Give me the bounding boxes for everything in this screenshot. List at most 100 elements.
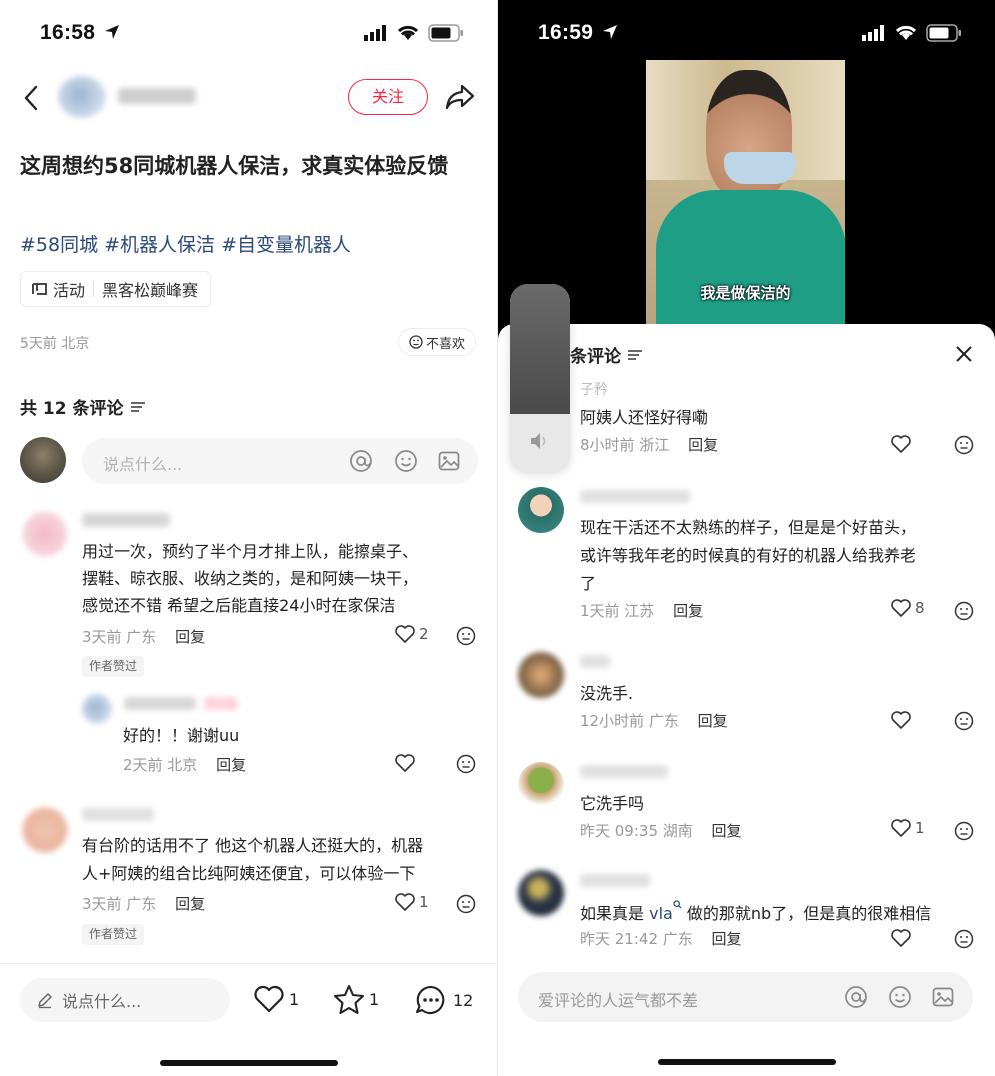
- comment-count[interactable]: 共 12 条评论: [20, 394, 146, 419]
- author-avatar[interactable]: [58, 76, 106, 118]
- like-count: 2: [419, 625, 429, 643]
- reply-button[interactable]: 回复: [673, 602, 703, 620]
- comment-text-line: 现在干活还不太熟练的样子，但是是个好苗头，: [580, 518, 917, 537]
- comment-username[interactable]: [580, 765, 668, 778]
- comment-text-line: 了: [580, 574, 597, 593]
- post-star-count: 1: [369, 989, 380, 1009]
- author-name[interactable]: [118, 88, 196, 104]
- dislike-button[interactable]: 不喜欢: [398, 328, 477, 356]
- like-button[interactable]: 1: [394, 892, 429, 912]
- reply-button[interactable]: 回复: [712, 930, 742, 948]
- my-avatar: [20, 437, 66, 483]
- heart-icon[interactable]: [394, 753, 416, 773]
- heart-icon[interactable]: [890, 710, 912, 730]
- sort-icon: [130, 401, 145, 412]
- like-count: 1: [915, 819, 925, 837]
- dislike-face-icon[interactable]: [954, 435, 974, 455]
- comment-sheet: 条评论 子矜 阿姨人还怪好得嘞 8小时前 浙江 回复 现在干活还不太熟练的样子，…: [498, 324, 995, 1076]
- comment-username[interactable]: [580, 655, 610, 668]
- reply-username[interactable]: [124, 697, 196, 710]
- battery-icon: [428, 24, 463, 42]
- activity-label: 活动: [53, 281, 86, 300]
- reply-button[interactable]: 回复: [688, 436, 718, 454]
- home-indicator: [658, 1059, 836, 1065]
- reply-avatar[interactable]: [82, 694, 112, 724]
- at-icon[interactable]: [349, 449, 373, 473]
- volume-slider[interactable]: [510, 284, 570, 472]
- comment-text: 没洗手.: [580, 684, 634, 703]
- reply-button[interactable]: 回复: [712, 822, 742, 840]
- dislike-face-icon[interactable]: [954, 601, 974, 621]
- comment-text: 阿姨人还怪好得嘞: [580, 408, 709, 427]
- post-star-button[interactable]: 1: [332, 983, 379, 1015]
- comment-avatar[interactable]: [518, 487, 564, 533]
- comment-meta: 昨天 21:42 广东 回复: [580, 928, 742, 949]
- emoji-icon[interactable]: [394, 449, 418, 473]
- comment-time-location: 昨天 09:35 湖南: [580, 822, 693, 840]
- like-button[interactable]: 8: [890, 598, 925, 618]
- comment-text-line: 或许等我年老的时候真的有好的机器人给我养老: [580, 546, 917, 565]
- comment-meta: 1天前 江苏 回复: [580, 600, 703, 621]
- dislike-face-icon[interactable]: [456, 894, 476, 914]
- comment-input[interactable]: 说点什么...: [82, 438, 478, 484]
- heart-icon[interactable]: [890, 928, 912, 948]
- sort-icon: [628, 349, 642, 360]
- comment-avatar[interactable]: [518, 870, 564, 916]
- post-comment-button[interactable]: 12: [414, 984, 473, 1016]
- comment-meta: 昨天 09:35 湖南 回复: [580, 820, 742, 841]
- image-icon[interactable]: [437, 449, 461, 473]
- bottom-input-placeholder: 说点什么...: [62, 992, 142, 1011]
- reply-button[interactable]: 回复: [698, 712, 728, 730]
- comment-text-post: 做的那就nb了，但是真的很难相信: [681, 904, 932, 923]
- dislike-face-icon[interactable]: [954, 929, 974, 949]
- volume-slider-track: [510, 284, 570, 414]
- comment-text: 用过一次，预约了半个月才排上队，能擦桌子、 摆鞋、晾衣服、收纳之类的，是和阿姨一…: [82, 538, 482, 619]
- comment-username[interactable]: 子矜: [580, 379, 608, 399]
- reply-button[interactable]: 回复: [175, 628, 205, 646]
- like-button[interactable]: 1: [890, 818, 925, 838]
- dislike-face-icon[interactable]: [456, 754, 476, 774]
- comment-username[interactable]: [580, 490, 690, 503]
- wifi-icon: [397, 25, 419, 40]
- bottom-comment-input[interactable]: 说点什么...: [20, 978, 230, 1022]
- video-player[interactable]: 我是做保洁的: [646, 60, 845, 324]
- close-icon[interactable]: [954, 344, 974, 364]
- like-button[interactable]: 2: [394, 624, 429, 644]
- heart-icon[interactable]: [890, 434, 912, 454]
- emoji-icon[interactable]: [888, 985, 912, 1009]
- comment-text-line: 人+阿姨的组合比纯阿姨还便宜，可以体验一下: [82, 864, 416, 883]
- vla-search-link[interactable]: vla: [649, 904, 673, 923]
- sheet-title[interactable]: 条评论: [570, 342, 643, 367]
- comment-avatar[interactable]: [518, 652, 564, 698]
- dislike-face-icon[interactable]: [954, 711, 974, 731]
- comment-bubble-icon: [415, 985, 445, 1015]
- activity-icon: [32, 283, 47, 295]
- share-icon[interactable]: [444, 82, 476, 112]
- post-like-button[interactable]: 1: [252, 984, 299, 1014]
- reply-button[interactable]: 回复: [216, 756, 246, 774]
- image-icon[interactable]: [931, 985, 955, 1009]
- bottom-bar: 说点什么... 1 1 12: [0, 963, 497, 1076]
- comment-avatar[interactable]: [22, 511, 68, 557]
- dislike-face-icon[interactable]: [456, 626, 476, 646]
- at-icon[interactable]: [844, 985, 868, 1009]
- comment-text-line: 摆鞋、晾衣服、收纳之类的，是和阿姨一块干，: [82, 569, 419, 588]
- wifi-icon: [895, 25, 917, 40]
- comment-username[interactable]: [82, 808, 154, 821]
- hashtags[interactable]: #58同城 #机器人保洁 #自变量机器人: [20, 230, 351, 257]
- comment-username[interactable]: [82, 513, 170, 527]
- comment-avatar[interactable]: [22, 807, 68, 853]
- activity-value: 黑客松巅峰赛: [102, 281, 199, 300]
- dislike-face-icon[interactable]: [954, 821, 974, 841]
- comment-username[interactable]: [580, 874, 650, 887]
- sheet-title-label: 条评论: [570, 347, 621, 367]
- follow-button[interactable]: 关注: [348, 79, 428, 115]
- back-icon[interactable]: [22, 84, 40, 112]
- speaker-icon: [531, 433, 546, 449]
- sheet-comment-input[interactable]: 爱评论的人运气都不差: [518, 972, 973, 1022]
- pencil-icon: [38, 993, 52, 1009]
- reply-button[interactable]: 回复: [175, 895, 205, 913]
- post-like-count: 1: [289, 989, 300, 1009]
- activity-tag[interactable]: 活动 黑客松巅峰赛: [20, 271, 212, 307]
- comment-avatar[interactable]: [518, 762, 564, 808]
